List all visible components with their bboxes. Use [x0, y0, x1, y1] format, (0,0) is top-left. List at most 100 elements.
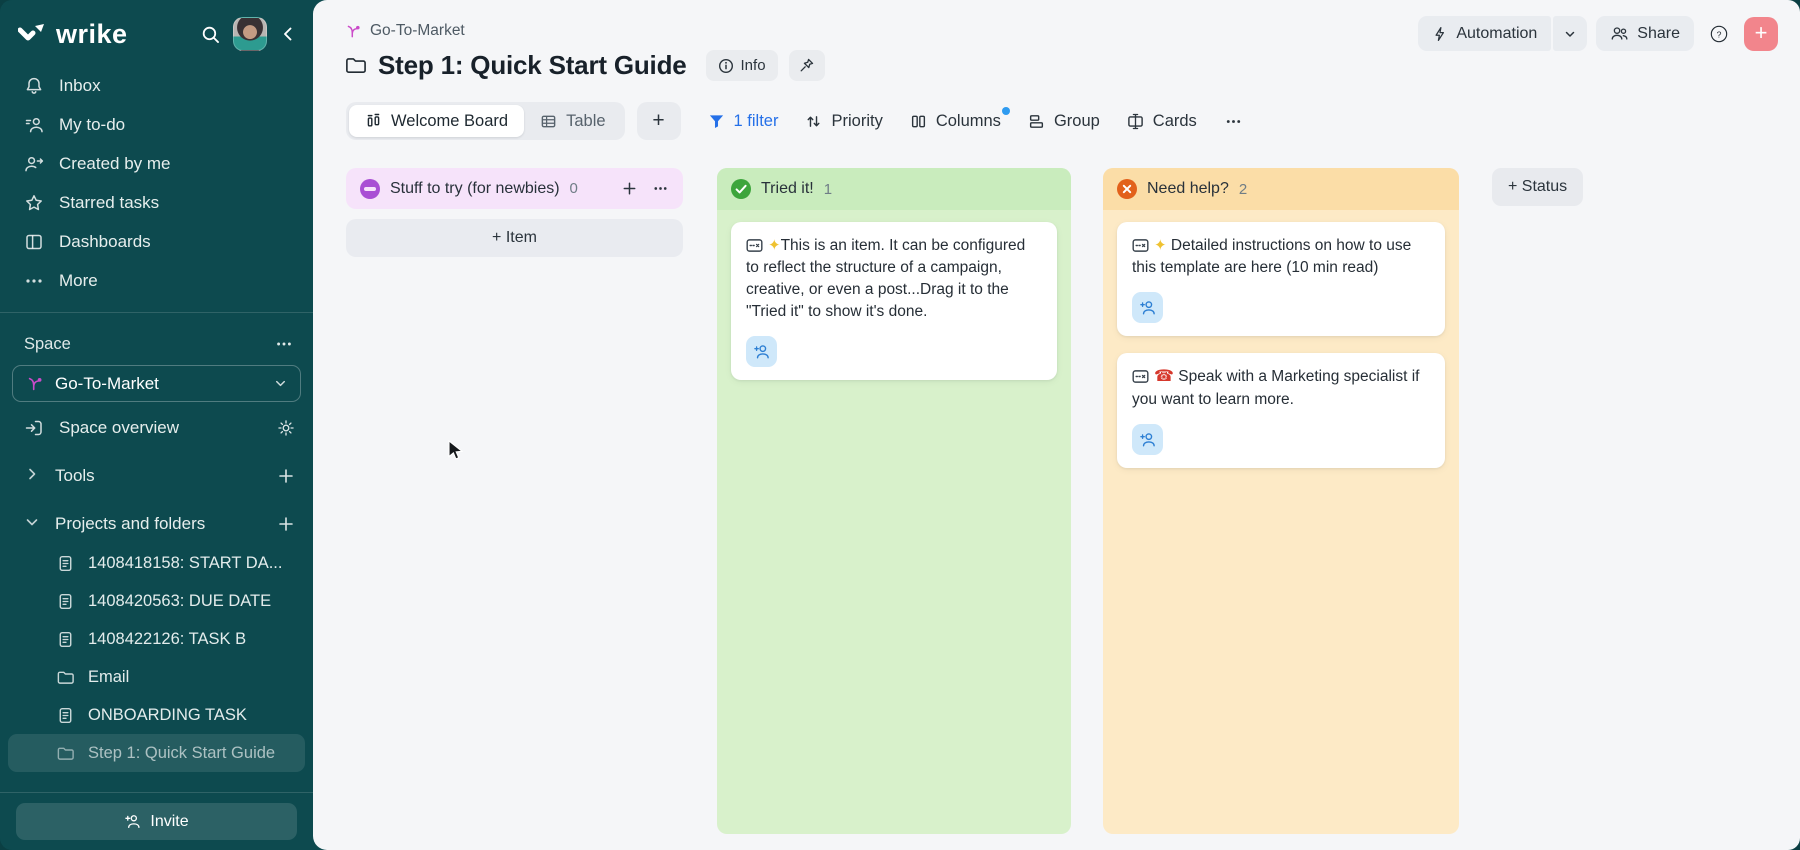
automation-label: Automation [1456, 25, 1537, 43]
sidebar-item-label: Space overview [59, 418, 262, 438]
space-branch-icon [27, 376, 43, 392]
pin-icon [798, 57, 815, 74]
gear-icon[interactable] [277, 419, 295, 437]
group-icon [1028, 113, 1045, 130]
column-name: Need help? [1147, 180, 1229, 198]
sidebar-item-label: My to-do [59, 115, 125, 135]
column-header[interactable]: Need help? 2 [1103, 168, 1459, 210]
tree-item-folder[interactable]: Email [0, 658, 313, 696]
filter-icon [708, 113, 725, 130]
sidebar-item-dashboards[interactable]: Dashboards [0, 222, 313, 261]
create-new-button[interactable]: + [1744, 17, 1778, 51]
cards-label: Cards [1153, 112, 1197, 131]
tree-item-task[interactable]: 1408418158: START DA... [0, 544, 313, 582]
sidebar-item-space-overview[interactable]: Space overview [0, 408, 313, 448]
sidebar-item-created-by-me[interactable]: Created by me [0, 144, 313, 183]
plus-icon: + [652, 109, 664, 133]
sidebar-item-label: Created by me [59, 154, 171, 174]
person-add-icon [1139, 299, 1156, 316]
breadcrumb[interactable]: Go-To-Market [346, 22, 465, 40]
pin-button[interactable] [789, 50, 825, 81]
group-label: Group [1054, 112, 1100, 131]
add-status-button[interactable]: + Status [1492, 168, 1583, 206]
column-count: 0 [570, 180, 578, 197]
column-count: 2 [1239, 181, 1247, 198]
wrike-logo-icon [18, 22, 48, 46]
cards-button[interactable]: Cards [1127, 112, 1197, 131]
space-selector[interactable]: Go-To-Market [12, 365, 301, 402]
tree-item-task[interactable]: 1408422126: TASK B [0, 620, 313, 658]
add-item-button[interactable]: + Item [346, 219, 683, 257]
star-icon [24, 193, 44, 213]
add-card-icon[interactable] [621, 180, 638, 197]
tree-item-label: Step 1: Quick Start Guide [88, 744, 275, 763]
sort-priority-button[interactable]: Priority [805, 112, 882, 131]
space-more-icon[interactable] [275, 335, 293, 353]
tab-label: Table [566, 112, 605, 131]
task-card[interactable]: ☎ Speak with a Marketing specialist if y… [1117, 353, 1445, 468]
sidebar-item-more[interactable]: More [0, 261, 313, 300]
task-card[interactable]: ✦ Detailed instructions on how to use th… [1117, 222, 1445, 336]
person-add-icon [753, 343, 770, 360]
tree-item-folder-selected[interactable]: Step 1: Quick Start Guide [8, 734, 305, 772]
assign-user-button[interactable] [746, 336, 777, 367]
columns-icon [910, 113, 927, 130]
sidebar-item-my-todo[interactable]: My to-do [0, 105, 313, 144]
info-label: Info [741, 57, 766, 74]
cards-icon [1127, 113, 1144, 130]
collapse-sidebar-icon[interactable] [279, 25, 297, 43]
chevron-right-icon[interactable] [24, 466, 40, 486]
column-more-icon[interactable] [652, 180, 669, 197]
wrike-app: wrike Inbox My to-do [0, 0, 1800, 850]
breadcrumb-label: Go-To-Market [370, 22, 465, 40]
dashboard-icon [24, 232, 44, 252]
tab-table[interactable]: Table [524, 105, 621, 137]
columns-button[interactable]: Columns [910, 112, 1001, 131]
automation-dropdown-button[interactable] [1553, 16, 1587, 51]
chevron-down-icon[interactable] [24, 514, 40, 534]
status-circle-icon [360, 179, 380, 199]
folder-icon [56, 668, 75, 687]
invite-button[interactable]: Invite [16, 803, 297, 840]
avatar[interactable] [233, 17, 267, 51]
card-text: Speak with a Marketing specialist if you… [1132, 368, 1419, 408]
more-options-icon[interactable] [1224, 112, 1243, 131]
share-button[interactable]: Share [1596, 16, 1694, 51]
sidebar-item-starred-tasks[interactable]: Starred tasks [0, 183, 313, 222]
plus-icon: + [1755, 22, 1768, 44]
tree-item-task[interactable]: ONBOARDING TASK [0, 696, 313, 734]
x-circle-icon [1117, 179, 1137, 199]
sidebar-item-inbox[interactable]: Inbox [0, 66, 313, 105]
assign-user-button[interactable] [1132, 424, 1163, 455]
card-text: This is an item. It can be configured to… [746, 237, 1025, 320]
dots-icon [24, 271, 44, 291]
plus-icon[interactable] [277, 467, 295, 485]
sidebar-section-tools[interactable]: Tools [0, 456, 313, 496]
column-header[interactable]: Tried it! 1 [717, 168, 1071, 210]
add-item-label: + Item [492, 229, 537, 247]
tree-item-task[interactable]: 1408420563: DUE DATE [0, 582, 313, 620]
task-icon [56, 592, 75, 611]
column-header[interactable]: Stuff to try (for newbies) 0 [346, 168, 683, 209]
filter-button[interactable]: 1 filter [708, 112, 779, 131]
kanban-board: Stuff to try (for newbies) 0 + Item Trie… [346, 168, 1786, 850]
search-icon[interactable] [200, 24, 221, 45]
info-button[interactable]: Info [706, 50, 778, 81]
column-name: Tried it! [761, 180, 814, 198]
task-card[interactable]: ✦This is an item. It can be configured t… [731, 222, 1057, 380]
tab-welcome-board[interactable]: Welcome Board [349, 105, 524, 137]
help-button[interactable]: ? [1703, 18, 1735, 50]
board-view-icon [365, 113, 382, 130]
automation-button[interactable]: Automation [1418, 16, 1551, 51]
sidebar-section-projects-folders[interactable]: Projects and folders [0, 504, 313, 544]
group-button[interactable]: Group [1028, 112, 1100, 131]
assign-user-button[interactable] [1132, 292, 1163, 323]
todo-person-icon [24, 115, 44, 135]
tree-item-label: ONBOARDING TASK [88, 706, 247, 725]
plus-icon[interactable] [277, 515, 295, 533]
add-view-button[interactable]: + [637, 102, 681, 140]
columns-label: Columns [936, 112, 1001, 131]
wrike-logo[interactable]: wrike [18, 19, 128, 50]
sort-arrows-icon [805, 113, 822, 130]
item-type-icon [1132, 369, 1149, 384]
